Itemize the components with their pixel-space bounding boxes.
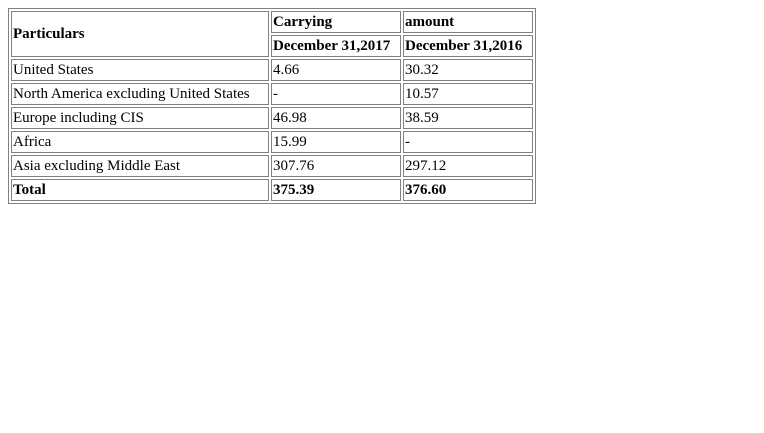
row-value-2016: 30.32 [403, 59, 533, 81]
header-col-2017: December 31,2017 [271, 35, 401, 57]
row-label: Asia excluding Middle East [11, 155, 269, 177]
header-col-2016: December 31,2016 [403, 35, 533, 57]
table-row: Africa 15.99 - [11, 131, 533, 153]
row-value-2017: 15.99 [271, 131, 401, 153]
total-label: Total [11, 179, 269, 201]
row-label: United States [11, 59, 269, 81]
row-value-2017: 46.98 [271, 107, 401, 129]
row-value-2017: 4.66 [271, 59, 401, 81]
row-value-2016: 297.12 [403, 155, 533, 177]
row-value-2016: - [403, 131, 533, 153]
header-row-1: Particulars Carrying amount [11, 11, 533, 57]
total-row: Total 375.39 376.60 [11, 179, 533, 201]
report-wrapper: Particulars Carrying amount December 31,… [8, 8, 536, 204]
total-value-2017: 375.39 [271, 179, 401, 201]
row-value-2016: 38.59 [403, 107, 533, 129]
table-row: United States 4.66 30.32 [11, 59, 533, 81]
total-value-2016: 376.60 [403, 179, 533, 201]
row-value-2016: 10.57 [403, 83, 533, 105]
row-value-2017: 307.76 [271, 155, 401, 177]
carrying-amount-table: Particulars Carrying amount December 31,… [8, 8, 536, 204]
header-particulars: Particulars [11, 11, 269, 57]
row-label: North America excluding United States [11, 83, 269, 105]
row-value-2017: - [271, 83, 401, 105]
table-row: Asia excluding Middle East 307.76 297.12 [11, 155, 533, 177]
row-label: Africa [11, 131, 269, 153]
table-row: North America excluding United States - … [11, 83, 533, 105]
table-row: Europe including CIS 46.98 38.59 [11, 107, 533, 129]
row-label: Europe including CIS [11, 107, 269, 129]
header-group-left: Carrying [271, 11, 401, 33]
header-group-right: amount [403, 11, 533, 33]
